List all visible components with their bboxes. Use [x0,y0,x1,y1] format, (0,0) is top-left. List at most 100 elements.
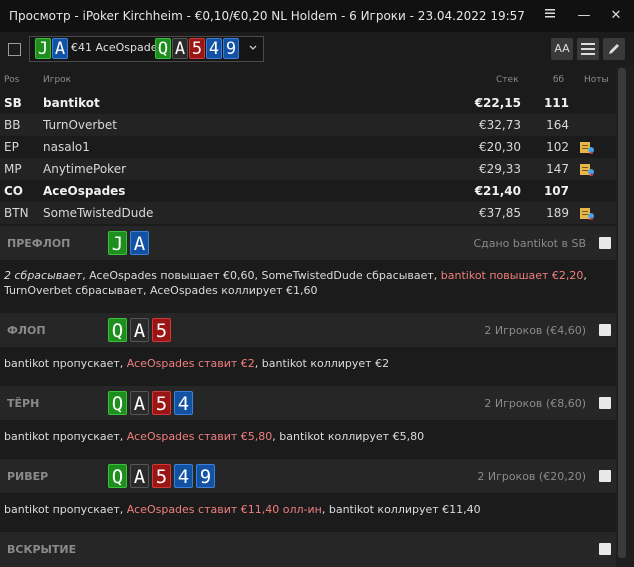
hand-select-value: €41 AceOspades [71,41,164,54]
player-row[interactable]: CO AceOspades €21,40 107 [0,180,616,202]
action-part: bantikot пропускает, [4,357,127,370]
title-bar: Просмотр - iPoker Kirchheim - €0,10/€0,2… [0,0,634,32]
action-fold-summary: 2 сбрасывает [4,269,83,282]
player-bb: 107 [543,184,569,198]
street-card: 5 [152,464,171,488]
player-bb: 189 [546,206,569,220]
board-card-5: 9 [223,38,239,59]
street-card: 5 [152,318,171,342]
player-note-icon[interactable] [580,206,595,220]
player-bb: 102 [546,140,569,154]
street-card: A [130,318,149,342]
player-bb: 147 [546,162,569,176]
player-pos: MP [4,162,22,176]
header-notes: Ноты [584,75,609,85]
board-card-1: Q [155,38,171,59]
player-row[interactable]: BTN SomeTwistedDude €37,85 189 [0,202,616,224]
action-highlight: AceOspades ставит €2 [126,357,255,370]
player-bb: 111 [543,96,569,110]
street-flop: ФЛОП Q A 5 2 Игроков (€4,60) [0,313,616,347]
player-stack: €29,33 [479,162,521,176]
note-icon[interactable] [599,324,611,336]
menu-icon[interactable] [540,6,560,26]
player-row[interactable]: SB bantikot €22,15 111 [0,92,616,114]
player-row[interactable]: BB TurnOverbet €32,73 164 [0,114,616,136]
header-pos: Pos [4,75,20,85]
street-info: Сдано bantikot в SB [473,237,586,250]
street-card: A [130,464,149,488]
scrollbar-thumb[interactable] [618,68,626,558]
player-note-icon[interactable] [580,140,595,154]
street-showdown: ВСКРЫТИЕ [0,532,616,567]
street-card: A [130,391,149,415]
select-checkbox[interactable] [8,43,21,56]
player-name: AceOspades [43,184,126,198]
action-part: , bantikot коллирует €11,40 [321,503,481,516]
player-name: SomeTwistedDude [43,206,154,220]
header-player: Игрок [43,75,72,85]
player-row[interactable]: MP AnytimePoker €29,33 147 [0,158,616,180]
note-icon[interactable] [599,470,611,482]
player-stack: €32,73 [479,118,521,132]
player-name: AnytimePoker [43,162,127,176]
street-card: J [108,231,127,255]
street-card: Q [108,391,127,415]
note-icon[interactable] [599,543,611,555]
street-card: 9 [196,464,215,488]
board-card-2: A [172,38,188,59]
player-bb: 164 [546,118,569,132]
action-text-preflop: 2 сбрасывает, AceOspades повышает €0,60,… [4,268,609,298]
street-info: 2 Игроков (€8,60) [484,397,586,410]
street-river: РИВЕР Q A 5 4 9 2 Игроков (€20,20) [0,459,616,493]
player-pos: BTN [4,206,29,220]
player-pos: CO [4,184,24,198]
street-info: 2 Игроков (€20,20) [477,470,586,483]
street-card: 4 [174,464,193,488]
player-stack: €37,85 [479,206,521,220]
note-icon[interactable] [599,397,611,409]
player-name: TurnOverbet [43,118,118,132]
hand-select-dropdown[interactable]: J A €41 AceOspades Q A 5 4 9 [29,36,264,62]
action-part: bantikot пропускает, [4,430,127,443]
action-part: TurnOverbet сбрасывает, AceOspades колли… [4,284,318,297]
street-turn: ТЁРН Q A 5 4 2 Игроков (€8,60) [0,386,616,420]
action-text-river: bantikot пропускает, AceOspades ставит €… [4,502,609,517]
minimize-button[interactable]: — [574,6,594,26]
close-button[interactable]: ✕ [606,6,626,26]
list-icon[interactable] [577,38,599,60]
hero-card-1: J [35,38,51,59]
header-stack: Стек [496,75,519,85]
window-title: Просмотр - iPoker Kirchheim - €0,10/€0,2… [9,9,525,23]
action-part: , bantikot коллирует €5,80 [272,430,425,443]
hero-card-2: A [52,38,68,59]
note-icon[interactable] [599,237,611,249]
player-stack: €21,40 [474,184,521,198]
action-part: , [583,269,587,282]
street-name: ФЛОП [7,324,46,337]
pencil-icon[interactable] [603,38,625,60]
action-text-flop: bantikot пропускает, AceOspades ставит €… [4,356,609,371]
street-name: ВСКРЫТИЕ [7,543,77,556]
action-text-turn: bantikot пропускает, AceOspades ставит €… [4,429,609,444]
action-highlight: AceOspades ставит €5,80 [126,430,273,443]
player-name: bantikot [43,96,100,110]
font-size-button[interactable]: AA [551,38,573,60]
player-note-icon[interactable] [580,162,595,176]
chevron-down-icon [248,40,258,54]
player-row[interactable]: EP nasalo1 €20,30 102 [0,136,616,158]
player-name: nasalo1 [43,140,90,154]
street-name: РИВЕР [7,470,49,483]
player-pos: EP [4,140,19,154]
action-highlight: bantikot повышает €2,20 [440,269,584,282]
street-card: A [130,231,149,255]
player-stack: €20,30 [479,140,521,154]
street-name: ПРЕФЛОП [7,237,71,250]
player-pos: SB [4,96,22,110]
action-part: , bantikot коллирует €2 [254,357,390,370]
street-card: 4 [174,391,193,415]
street-info: 2 Игроков (€4,60) [484,324,586,337]
street-card: Q [108,318,127,342]
player-stack: €22,15 [474,96,521,110]
player-pos: BB [4,118,21,132]
street-name: ТЁРН [7,397,40,410]
